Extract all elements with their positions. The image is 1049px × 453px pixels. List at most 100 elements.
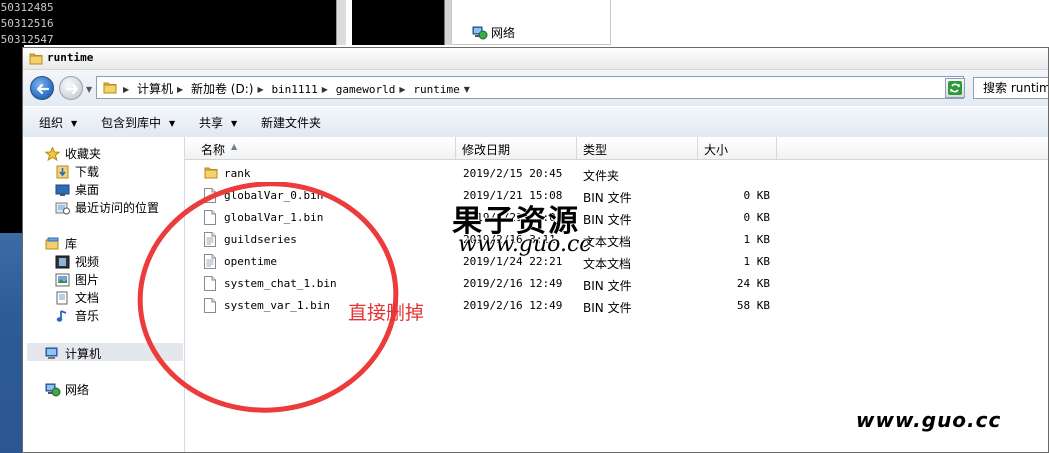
background-window-scrollbar[interactable] [444, 0, 451, 45]
background-explorer-window: 网络 [451, 0, 611, 45]
window-title: runtime [47, 51, 94, 64]
search-box[interactable] [973, 77, 1048, 99]
organize-menu-button[interactable]: 组织 ▼ [39, 114, 77, 131]
pictures-library-icon [55, 273, 71, 287]
nav-item-pictures[interactable]: 图片 [55, 271, 99, 288]
background-window-black [352, 0, 444, 45]
breadcrumb: ▶ 计算机 ▶ 新加卷 (D:) ▶ bin1111 ▶ gameworld ▶ run… [123, 80, 474, 97]
file-type: 文本文档 [583, 257, 632, 271]
nav-item-computer[interactable]: 计算机 [45, 345, 101, 362]
breadcrumb-item-drive-d[interactable]: 新加卷 (D:) [191, 82, 253, 96]
recent-places-icon [55, 201, 71, 215]
column-label: 类型 [583, 143, 608, 157]
nav-item-network[interactable]: 网络 [45, 381, 89, 398]
breadcrumb-chevron-icon[interactable]: ▼ [464, 85, 470, 94]
breadcrumb-chevron-icon[interactable]: ▶ [322, 85, 328, 94]
console-line: 550312485 [0, 1, 54, 14]
column-header-type[interactable]: 类型 [577, 137, 698, 159]
forward-button[interactable] [59, 76, 83, 100]
breadcrumb-chevron-icon[interactable]: ▶ [177, 85, 183, 94]
address-bar[interactable]: ▶ 计算机 ▶ 新加卷 (D:) ▶ bin1111 ▶ gameworld ▶ run… [96, 76, 964, 99]
address-row: ▼ ▶ 计算机 ▶ 新加卷 (D:) ▶ bin1111 ▶ gameworld ▶ r… [23, 70, 1048, 106]
column-header-size[interactable]: 大小 [698, 137, 777, 159]
refresh-button[interactable] [945, 78, 965, 98]
file-size: 58 KB [736, 299, 770, 312]
organize-label: 组织 [39, 116, 64, 130]
nav-label: 图片 [75, 273, 100, 287]
chevron-down-icon: ▼ [169, 119, 176, 128]
downloads-folder-icon [55, 165, 71, 179]
chevron-down-icon: ▼ [231, 119, 238, 128]
nav-label: 网络 [65, 383, 90, 397]
console-line: 550312516 [0, 17, 54, 30]
column-header-row: 名称 ▲ 修改日期 类型 大小 [185, 137, 1048, 160]
file-size: 0 KB [743, 189, 771, 202]
new-folder-button[interactable]: 新建文件夹 [261, 114, 321, 131]
share-label: 共享 [199, 116, 224, 130]
console-scrollbar[interactable] [336, 0, 346, 45]
documents-library-icon [55, 291, 71, 305]
column-header-name[interactable]: 名称 ▲ [185, 137, 456, 159]
nav-item-documents[interactable]: 文档 [55, 289, 99, 306]
video-library-icon [55, 255, 71, 269]
breadcrumb-chevron-icon[interactable]: ▶ [123, 85, 129, 94]
watermark-url: www.guo.cc [458, 232, 592, 257]
nav-label: 收藏夹 [65, 147, 102, 161]
share-menu-button[interactable]: 共享 ▼ [199, 114, 237, 131]
nav-item-favorites[interactable]: 收藏夹 [44, 145, 102, 162]
file-size: 1 KB [743, 233, 771, 246]
nav-label: 音乐 [75, 309, 100, 323]
recent-pages-chevron-icon[interactable]: ▼ [86, 85, 92, 94]
file-name: rank [224, 167, 251, 180]
nav-item-libraries[interactable]: 库 [45, 235, 77, 252]
nav-item-downloads[interactable]: 下载 [55, 163, 99, 180]
breadcrumb-item-runtime[interactable]: runtime [413, 83, 459, 96]
desktop-background [0, 233, 24, 453]
file-type: BIN 文件 [583, 279, 632, 293]
nav-label: 下载 [75, 165, 100, 179]
nav-label: 文档 [75, 291, 100, 305]
breadcrumb-item-computer[interactable]: 计算机 [137, 82, 173, 96]
computer-icon [45, 347, 61, 361]
search-input[interactable] [974, 78, 1048, 98]
file-size: 24 KB [736, 277, 770, 290]
nav-label: 桌面 [75, 183, 100, 197]
desktop-icon [55, 183, 71, 197]
folder-icon [204, 166, 218, 182]
file-date: 2019/2/16 12:49 [463, 277, 563, 290]
nav-label: 视频 [75, 255, 100, 269]
folder-icon [103, 81, 117, 97]
network-label[interactable]: 网络 [491, 24, 515, 41]
watermark-url-corner: www.guo.cc [856, 408, 1002, 432]
file-type: BIN 文件 [583, 301, 632, 315]
delete-annotation-text: 直接删掉 [348, 302, 425, 324]
breadcrumb-item-gameworld[interactable]: gameworld [336, 83, 396, 96]
nav-label: 库 [65, 237, 78, 251]
file-date: 2019/2/15 20:45 [463, 167, 563, 180]
breadcrumb-chevron-icon[interactable]: ▶ [399, 85, 405, 94]
file-date: 2019/2/16 12:49 [463, 299, 563, 312]
title-bar[interactable]: runtime [23, 48, 1048, 70]
file-size: 0 KB [743, 211, 771, 224]
console-line: 550312547 [0, 33, 54, 45]
back-button[interactable] [30, 76, 54, 100]
command-bar: 组织 ▼ 包含到库中 ▼ 共享 ▼ 新建文件夹 [23, 106, 1048, 138]
breadcrumb-item-bin1111[interactable]: bin1111 [271, 83, 317, 96]
libraries-icon [45, 237, 61, 251]
nav-item-desktop[interactable]: 桌面 [55, 181, 99, 198]
sort-ascending-icon: ▲ [231, 142, 238, 151]
file-size: 1 KB [743, 255, 771, 268]
nav-item-videos[interactable]: 视频 [55, 253, 99, 270]
nav-item-music[interactable]: 音乐 [55, 307, 99, 324]
network-icon [45, 383, 61, 397]
star-icon [44, 145, 61, 161]
nav-label: 计算机 [65, 347, 102, 361]
file-type: BIN 文件 [583, 191, 632, 205]
back-arrow-icon [36, 83, 50, 95]
refresh-icon [948, 81, 962, 95]
column-header-date[interactable]: 修改日期 [456, 137, 577, 159]
column-label: 修改日期 [462, 143, 511, 157]
breadcrumb-chevron-icon[interactable]: ▶ [257, 85, 263, 94]
background-window-black-left [0, 45, 24, 233]
include-in-library-button[interactable]: 包含到库中 ▼ [101, 114, 175, 131]
